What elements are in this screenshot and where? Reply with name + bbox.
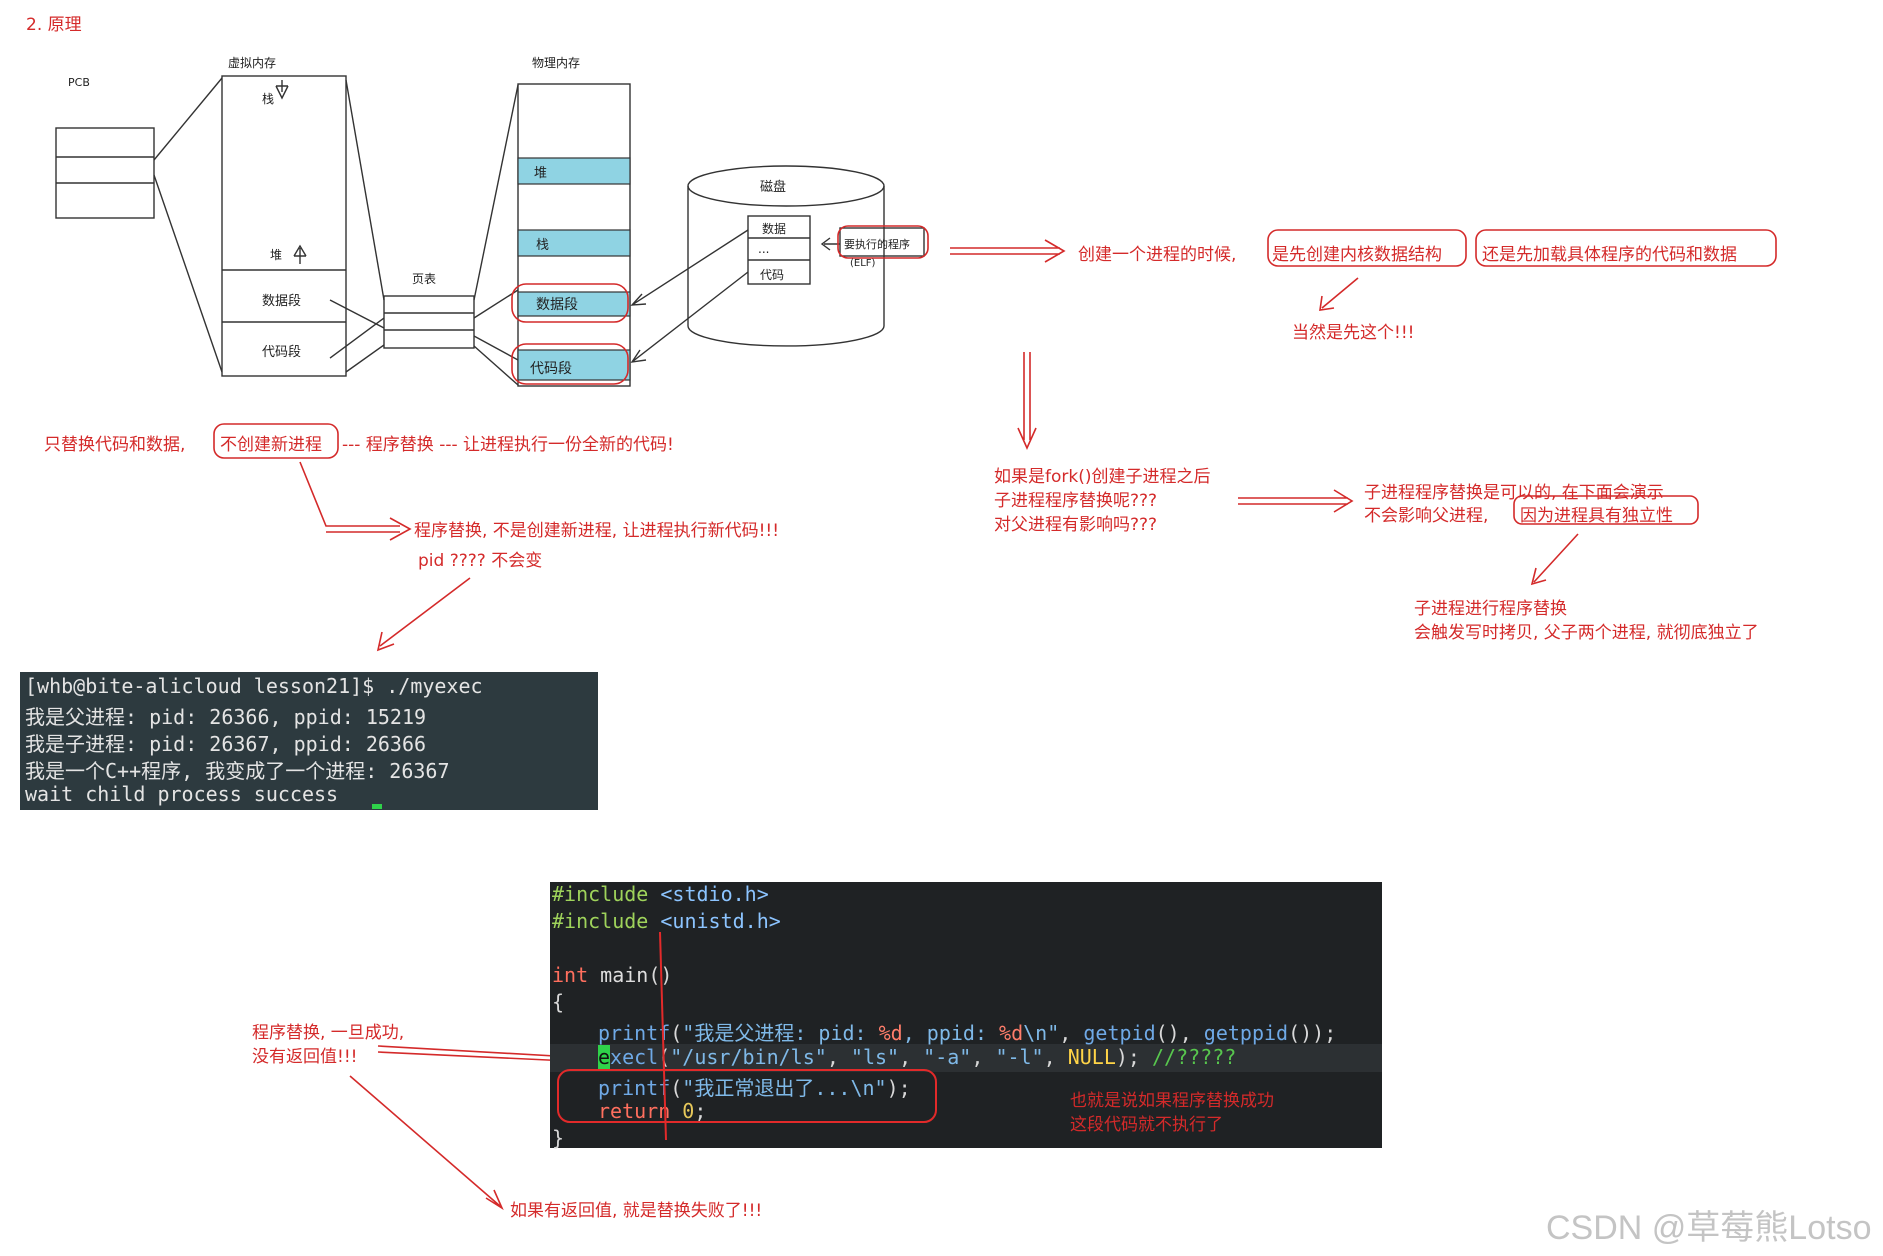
phys-heap-label: 堆 xyxy=(534,166,548,181)
main-type: int xyxy=(552,963,589,987)
disk-data-label: 数据 xyxy=(762,222,787,236)
terminal-line: [whb@bite-alicloud lesson21]$ ./myexec xyxy=(25,674,483,698)
heap-label: 堆 xyxy=(270,248,283,262)
close-brace: } xyxy=(552,1126,565,1150)
string-literal: "我是父进程: pid: xyxy=(682,1021,879,1045)
printf-call: printf xyxy=(598,1076,671,1100)
semicolon: ; xyxy=(694,1099,707,1123)
main-parens: () xyxy=(648,963,673,987)
create-question-part3: 还是先加载具体程序的代码和数据 xyxy=(1482,245,1737,265)
fail-note: 如果有返回值, 就是替换失败了!!! xyxy=(510,1201,763,1221)
paren: ( xyxy=(670,1021,683,1045)
paren: ); xyxy=(1115,1045,1152,1069)
separator: , xyxy=(1043,1045,1068,1069)
include-keyword: #include xyxy=(552,882,649,906)
include-keyword: #include xyxy=(552,909,649,933)
disk-dots-label: ... xyxy=(758,242,770,256)
code-comment: //????? xyxy=(1152,1045,1237,1069)
phys-stack-block xyxy=(517,229,631,257)
success-note-1: 程序替换, 一旦成功, xyxy=(252,1023,405,1043)
phys-data-label: 数据段 xyxy=(536,297,578,313)
replace-desc-note: 程序替换, 不是创建新进程, 让进程执行新代码!!! xyxy=(414,521,780,541)
execl-call: xecl xyxy=(610,1045,659,1069)
string-literal: \n" xyxy=(1023,1021,1060,1045)
paren: ()); xyxy=(1288,1021,1337,1045)
virtual-memory-label: 虚拟内存 xyxy=(228,56,277,70)
return-value: 0 xyxy=(682,1099,695,1123)
code-seg-label: 代码段 xyxy=(262,345,302,360)
separator: , xyxy=(826,1045,851,1069)
include-file: <unistd.h> xyxy=(660,909,781,933)
csdn-watermark: CSDN @草莓熊Lotso xyxy=(1546,1209,1872,1247)
section-title: 2. 原理 xyxy=(26,15,82,35)
format-specifier: %d xyxy=(999,1021,1024,1045)
cow-note-1: 子进程进行程序替换 xyxy=(1414,599,1567,619)
phys-stack-label: 栈 xyxy=(536,238,550,253)
pcb-box xyxy=(55,127,155,219)
success-note-2: 没有返回值!!! xyxy=(252,1047,358,1067)
terminal-line: 我是一个C++程序, 我变成了一个进程: 26367 xyxy=(25,759,450,783)
null-constant: NULL xyxy=(1067,1045,1116,1069)
string-literal: "-a" xyxy=(923,1045,972,1069)
data-seg-label: 数据段 xyxy=(262,294,302,309)
only-replace-note: 只替换代码和数据, xyxy=(44,435,186,455)
create-question-part2: 是先创建内核数据结构 xyxy=(1272,245,1442,265)
pid-note: pid ???? 不会变 xyxy=(418,551,543,571)
string-literal: "-l" xyxy=(995,1045,1044,1069)
fork-question-1: 如果是fork()创建子进程之后 xyxy=(994,467,1211,487)
virtual-memory-box xyxy=(221,75,347,377)
of-course-note: 当然是先这个!!! xyxy=(1292,323,1415,343)
phys-code-label: 代码段 xyxy=(530,361,572,377)
disk-label: 磁盘 xyxy=(760,180,787,195)
main-name: main xyxy=(600,963,649,987)
elf-label: (ELF) xyxy=(850,258,876,269)
separator: (), xyxy=(1155,1021,1204,1045)
program-label: 要执行的程序 xyxy=(844,238,910,251)
not-exec-note-1: 也就是说如果程序替换成功 xyxy=(1070,1091,1274,1111)
editor-cursor: e xyxy=(598,1045,611,1069)
string-literal: "/usr/bin/ls" xyxy=(670,1045,827,1069)
string-literal: "ls" xyxy=(850,1045,900,1069)
physical-memory-label: 物理内存 xyxy=(532,56,581,70)
no-new-process-note: 不创建新进程 xyxy=(220,435,322,455)
string-literal: "我正常退出了...\n" xyxy=(682,1076,887,1100)
not-exec-note-2: 这段代码就不执行了 xyxy=(1070,1115,1223,1135)
page-table-label: 页表 xyxy=(412,272,437,286)
string-literal: , ppid: xyxy=(902,1021,1000,1045)
getppid-call: getppid xyxy=(1203,1021,1289,1045)
printf-call: printf xyxy=(598,1021,671,1045)
format-specifier: %d xyxy=(878,1021,903,1045)
replace-tail-note: --- 程序替换 --- 让进程执行一份全新的代码! xyxy=(342,435,674,455)
page-table-box xyxy=(383,295,475,349)
paren: ); xyxy=(886,1076,911,1100)
terminal-line: 我是父进程: pid: 26366, ppid: 15219 xyxy=(25,705,427,729)
terminal-cursor xyxy=(372,804,382,809)
cow-note-2: 会触发写时拷贝, 父子两个进程, 就彻底独立了 xyxy=(1414,623,1759,643)
paren: ( xyxy=(658,1045,671,1069)
create-question-part1: 创建一个进程的时候, xyxy=(1078,245,1237,265)
child-answer-2b: 因为进程具有独立性 xyxy=(1520,506,1673,526)
return-keyword: return xyxy=(598,1099,671,1123)
separator: , xyxy=(971,1045,996,1069)
disk-cylinder xyxy=(630,165,925,363)
fork-question-3: 对父进程有影响吗??? xyxy=(994,515,1158,535)
separator: , xyxy=(899,1045,924,1069)
separator: , xyxy=(1059,1021,1084,1045)
terminal-output: [whb@bite-alicloud lesson21]$ ./myexec 我… xyxy=(20,672,598,810)
stack-label: 栈 xyxy=(262,92,275,106)
include-file: <stdio.h> xyxy=(660,882,769,906)
terminal-line: 我是子进程: pid: 26367, ppid: 26366 xyxy=(25,732,427,756)
pcb-label: PCB xyxy=(68,76,90,89)
paren: ( xyxy=(670,1076,683,1100)
getpid-call: getpid xyxy=(1083,1021,1156,1045)
fork-question-2: 子进程程序替换呢??? xyxy=(994,491,1158,511)
terminal-line: wait child process success xyxy=(25,782,339,806)
open-brace: { xyxy=(552,990,565,1014)
disk-code-label: 代码 xyxy=(760,268,785,282)
child-answer-1: 子进程程序替换是可以的, 在下面会演示 xyxy=(1364,483,1664,503)
child-answer-2a: 不会影响父进程, xyxy=(1364,506,1489,526)
